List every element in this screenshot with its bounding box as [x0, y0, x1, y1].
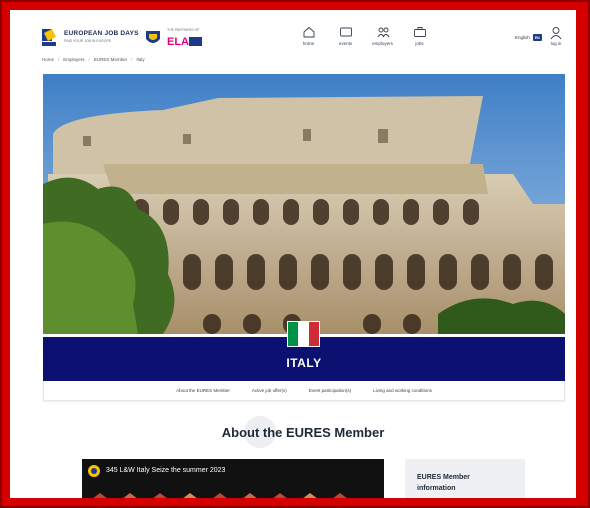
language-code-badge: EN — [532, 34, 542, 41]
breadcrumb-eures-member[interactable]: EURES Member — [94, 57, 127, 62]
nav-employers[interactable]: employers — [364, 26, 401, 46]
european-job-days-logo[interactable] — [40, 27, 60, 49]
site-header: EUROPEAN JOB DAYS FIND YOUR JOB IN EUROP… — [10, 10, 576, 56]
monitor-icon — [339, 27, 352, 37]
main-nav: home events employers jobs — [290, 26, 438, 46]
ela-logo-text: ELA — [167, 36, 189, 48]
nav-employers-label: employers — [372, 41, 393, 46]
tab-job-offers[interactable]: Active job offer(s) — [252, 388, 287, 393]
logo-text: EUROPEAN JOB DAYS FIND YOUR JOB IN EUROP… — [64, 30, 139, 43]
home-icon — [303, 26, 314, 38]
hero-image-colosseum — [43, 74, 565, 334]
channel-avatar — [88, 465, 100, 477]
nav-jobs-label: jobs — [415, 41, 424, 46]
nav-events[interactable]: events — [327, 26, 364, 46]
video-player[interactable]: 345 L&W Italy Seize the summer 2023 — [82, 459, 384, 498]
info-card-title: EURES Member information — [417, 474, 470, 492]
breadcrumb-separator: / — [58, 57, 60, 62]
video-title: 345 L&W Italy Seize the summer 2023 — [106, 467, 226, 474]
nav-jobs[interactable]: jobs — [401, 26, 438, 46]
breadcrumb: Home / Employers / EURES Member / Italy — [42, 57, 145, 62]
language-label: English — [515, 35, 530, 40]
member-tabs: About the EURES Member Active job offer(… — [43, 381, 565, 401]
nav-home-label: home — [302, 41, 315, 46]
breadcrumb-separator: / — [88, 57, 90, 62]
login-button[interactable]: log in — [550, 26, 562, 46]
flag-stripe-white — [298, 322, 309, 346]
flag-stripe-red — [308, 322, 319, 346]
page: EUROPEAN JOB DAYS FIND YOUR JOB IN EUROP… — [10, 10, 576, 498]
tab-living-working[interactable]: Living and working conditions — [373, 388, 432, 393]
briefcase-icon — [413, 27, 426, 37]
user-icon — [550, 27, 562, 40]
logo-title: EUROPEAN JOB DAYS — [64, 30, 139, 37]
login-label: log in — [550, 41, 562, 46]
video-thumbnail — [93, 493, 347, 498]
country-name: ITALY — [286, 356, 322, 370]
flag-stripe-green — [288, 322, 299, 346]
breadcrumb-home[interactable]: Home — [42, 57, 54, 62]
nav-home[interactable]: home — [290, 26, 327, 46]
eures-logo[interactable] — [144, 27, 162, 49]
logo-subtitle: FIND YOUR JOB IN EUROPE — [64, 39, 112, 43]
section-title: About the EURES Member — [221, 425, 385, 440]
nav-events-label: events — [338, 41, 353, 46]
italy-flag-icon — [287, 321, 320, 347]
tab-about[interactable]: About the EURES Member — [176, 388, 230, 393]
breadcrumb-employers[interactable]: Employers — [63, 57, 84, 62]
ela-logo[interactable]: ELA — [167, 34, 203, 48]
breadcrumb-current: Italy — [136, 57, 145, 62]
language-selector[interactable]: English EN — [515, 34, 542, 41]
ela-label: THE PARTNERS OF — [167, 28, 200, 32]
tab-event-participations[interactable]: Event participation(s) — [309, 388, 351, 393]
breadcrumb-separator: / — [131, 57, 133, 62]
people-icon — [377, 27, 389, 38]
eures-member-info-card: EURES Member information — [405, 459, 525, 498]
